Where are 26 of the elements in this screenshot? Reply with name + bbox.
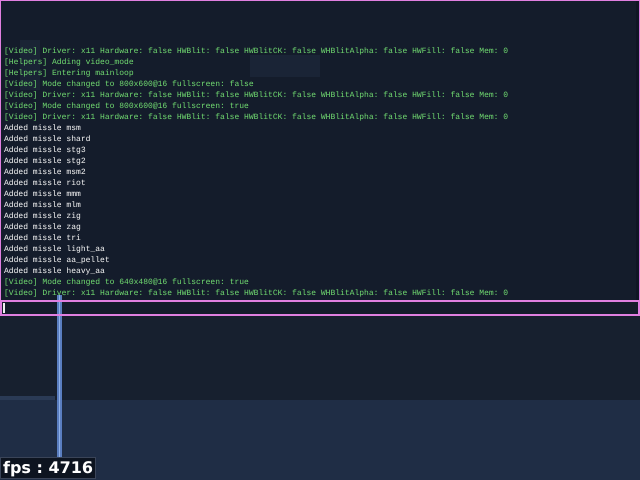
log-line: [Video] Mode changed to 800x600@16 fullscreen: true bbox=[4, 101, 249, 112]
log-line: [Video] Driver: x11 Hardware: false HWBlit: false HWBlitCK: false WHBlitAlpha: false HWFill: false Mem: 0 bbox=[4, 112, 508, 123]
log-line: [Helpers] Entering mainloop bbox=[4, 68, 134, 79]
log-line: Added missle msm2 bbox=[4, 167, 86, 178]
log-line: [Video] Driver: x11 Hardware: false HWBlit: false HWBlitCK: false WHBlitAlpha: false HWFill: false Mem: 0 bbox=[4, 90, 508, 101]
log-line: Added missle aa_pellet bbox=[4, 255, 110, 266]
log-line: Added missle zig bbox=[4, 211, 81, 222]
log-line: Added missle stg3 bbox=[4, 145, 86, 156]
log-line: [Video] Driver: x11 Hardware: false HWBlit: false HWBlitCK: false WHBlitAlpha: false HWFill: false Mem: 0 bbox=[4, 288, 508, 299]
log-line: [Helpers] Adding video_mode bbox=[4, 57, 134, 68]
console-input-field[interactable] bbox=[0, 300, 640, 316]
log-line: Added missle heavy_aa bbox=[4, 266, 105, 277]
log-line: Added missle msm bbox=[4, 123, 81, 134]
log-line: [Video] Driver: x11 Hardware: false HWBlit: false HWBlitCK: false WHBlitAlpha: false HWFill: false Mem: 0 bbox=[4, 46, 508, 57]
log-line: Added missle riot bbox=[4, 178, 86, 189]
text-cursor bbox=[3, 303, 5, 313]
log-line: Added missle light_aa bbox=[4, 244, 105, 255]
log-line: [Video] Mode changed to 640x480@16 fullscreen: true bbox=[4, 277, 249, 288]
fps-counter: fps : 4716 bbox=[0, 457, 96, 479]
log-line: Added missle stg2 bbox=[4, 156, 86, 167]
log-line: Added missle shard bbox=[4, 134, 90, 145]
log-line: Added missle mlm bbox=[4, 200, 81, 211]
log-line: Added missle tri bbox=[4, 233, 81, 244]
log-line: Added missle mmm bbox=[4, 189, 81, 200]
log-line: Added missle zag bbox=[4, 222, 81, 233]
log-line: [Video] Mode changed to 800x600@16 fullscreen: false bbox=[4, 79, 254, 90]
